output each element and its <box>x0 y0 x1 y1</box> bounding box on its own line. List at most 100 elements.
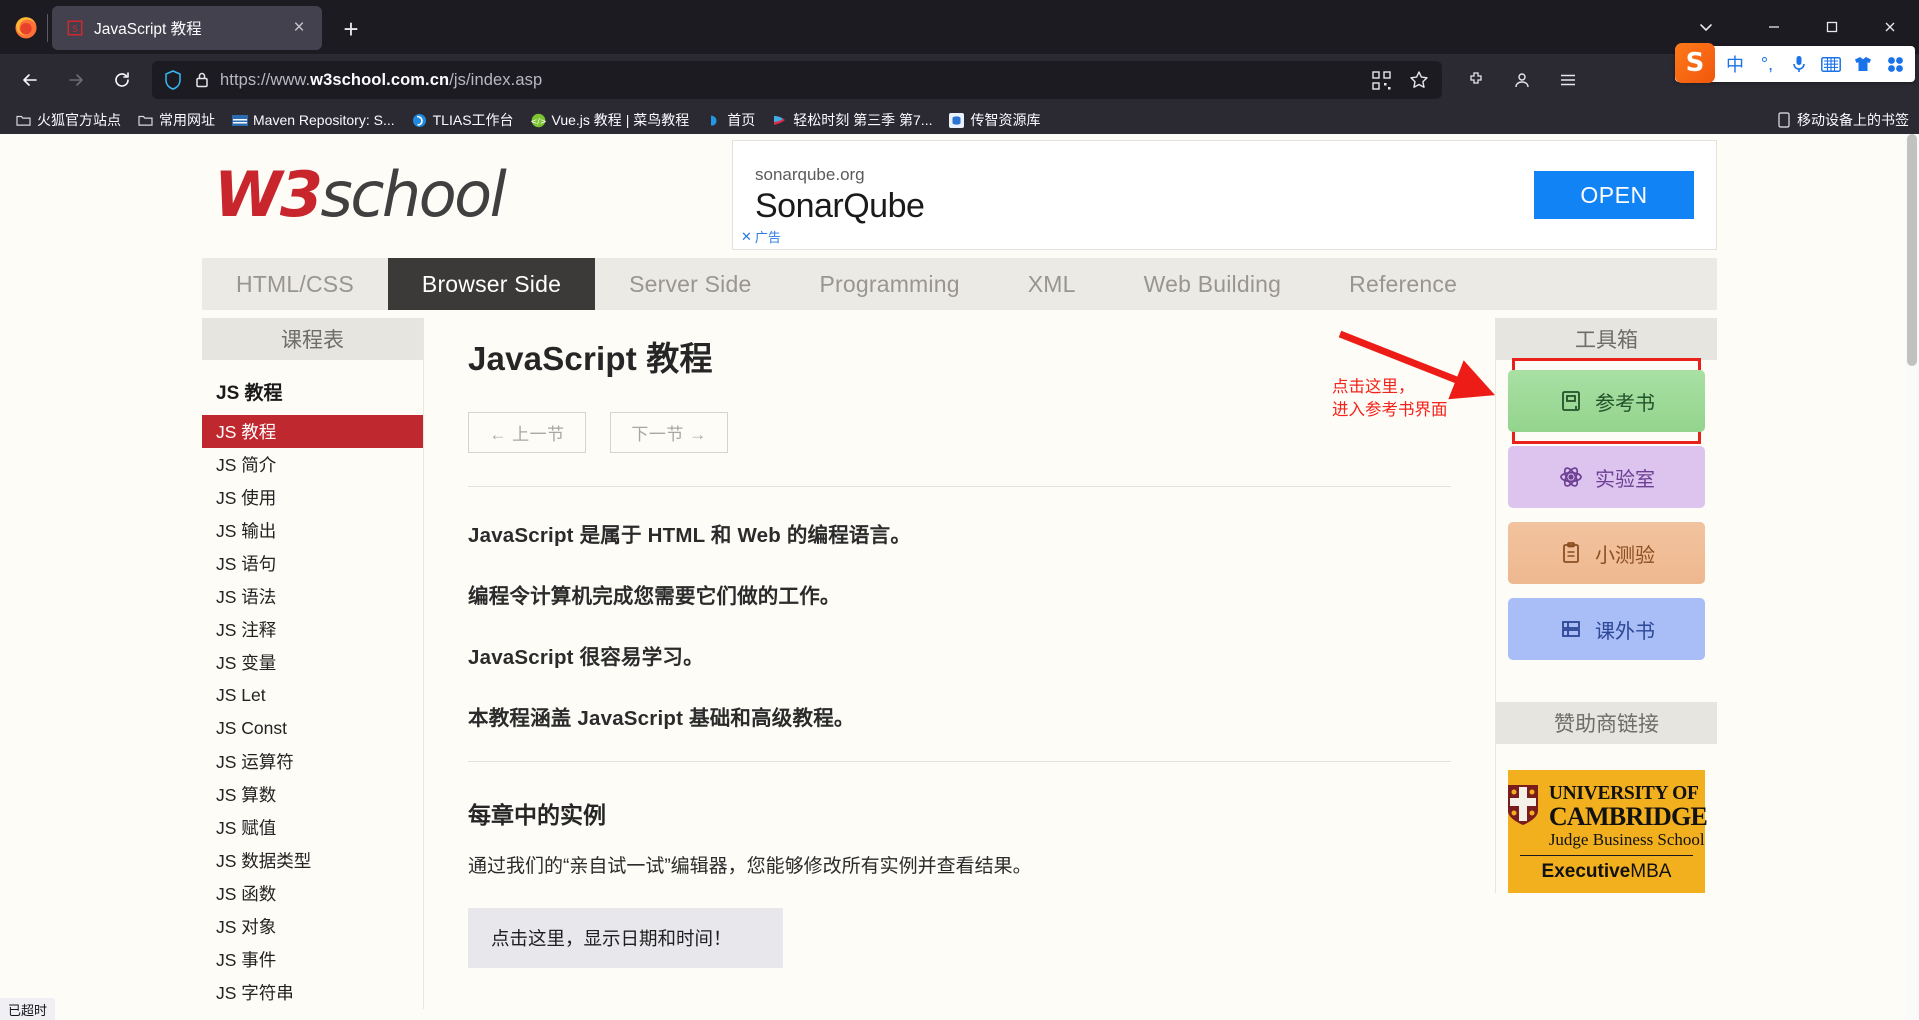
bookmark-item[interactable]: TLIAS工作台 <box>404 108 521 132</box>
app-menu-button[interactable] <box>1546 61 1590 99</box>
extensions-button[interactable] <box>1454 61 1498 99</box>
tab-browser-side[interactable]: Browser Side <box>388 258 595 310</box>
new-tab-button[interactable]: + <box>332 10 370 48</box>
cambridge-line-1: UNIVERSITY OF <box>1549 784 1707 804</box>
tab-web-building[interactable]: Web Building <box>1110 258 1316 310</box>
runoob-icon: </> <box>530 112 547 129</box>
apps-icon[interactable] <box>1879 47 1911 81</box>
sidebar-item-js-syntax[interactable]: JS 语法 <box>202 580 423 613</box>
keyboard-icon[interactable] <box>1815 47 1847 81</box>
cambridge-line-2: CAMBRIDGE <box>1549 804 1707 831</box>
mobile-bookmarks-item[interactable]: 移动设备上的书签 <box>1775 110 1909 130</box>
forward-button[interactable] <box>54 61 98 99</box>
section-title: 每章中的实例 <box>468 796 1451 830</box>
cambridge-ad[interactable]: UNIVERSITY OF CAMBRIDGE Judge Business S… <box>1508 770 1705 893</box>
database-icon <box>948 112 965 129</box>
sponsor-panel-title: 赞助商链接 <box>1496 702 1717 744</box>
bookmark-label: 轻松时刻 第三季 第7... <box>793 110 932 130</box>
bookmark-item[interactable]: 首页 <box>698 108 762 132</box>
bookmark-item[interactable]: 常用网址 <box>130 108 222 132</box>
toolbox-button-label: 课外书 <box>1595 615 1655 644</box>
bookmark-item[interactable]: 传智资源库 <box>941 108 1047 132</box>
ad-open-button[interactable]: OPEN <box>1534 171 1694 219</box>
qr-code-icon[interactable] <box>1364 64 1398 96</box>
maven-icon <box>231 112 248 129</box>
sidebar-item-js-datatypes[interactable]: JS 数据类型 <box>202 844 423 877</box>
sidebar-item-js-const[interactable]: JS Const <box>202 712 423 745</box>
lock-icon[interactable] <box>192 70 212 90</box>
sidebar-item-js-tutorial[interactable]: JS 教程 <box>202 415 423 448</box>
sogou-logo-icon[interactable]: S <box>1675 43 1715 83</box>
browser-window: S JavaScript 教程 × + <box>0 0 1919 1020</box>
toolbox-button-quiz[interactable]: 小测验 <box>1508 522 1705 584</box>
logo-school: school <box>321 158 505 231</box>
cambridge-program-rest: MBA <box>1630 861 1671 882</box>
close-icon[interactable]: × <box>286 15 312 41</box>
sidebar-item-js-comments[interactable]: JS 注释 <box>202 613 423 646</box>
toolbox-button-extra-books[interactable]: 课外书 <box>1508 598 1705 660</box>
sidebar-item-js-output[interactable]: JS 输出 <box>202 514 423 547</box>
cambridge-program-bold: Executive <box>1542 861 1631 882</box>
w3school-logo[interactable]: W3school <box>202 164 732 226</box>
sidebar-item-js-arithmetic[interactable]: JS 算数 <box>202 778 423 811</box>
bookmark-item[interactable]: 轻松时刻 第三季 第7... <box>764 108 939 132</box>
sidebar-item-js-strings[interactable]: JS 字符串 <box>202 976 423 1009</box>
sidebar-menu-title: JS 教程 <box>202 360 423 415</box>
tab-reference[interactable]: Reference <box>1315 258 1491 310</box>
sidebar-item-js-usage[interactable]: JS 使用 <box>202 481 423 514</box>
ime-punctuation-toggle[interactable]: °, <box>1751 47 1783 81</box>
tab-html-css[interactable]: HTML/CSS <box>202 258 388 310</box>
reload-button[interactable] <box>100 61 144 99</box>
sidebar-item-js-events[interactable]: JS 事件 <box>202 943 423 976</box>
bookmark-item[interactable]: Maven Repository: S... <box>224 110 402 131</box>
back-button[interactable] <box>8 61 52 99</box>
cambridge-crest-icon <box>1506 784 1540 826</box>
account-button[interactable] <box>1500 61 1544 99</box>
example-demo-button[interactable]: 点击这里，显示日期和时间！ <box>468 908 783 968</box>
divider <box>468 486 1451 487</box>
cambridge-line-3: Judge Business School <box>1549 831 1707 849</box>
sidebar-item-js-statements[interactable]: JS 语句 <box>202 547 423 580</box>
sogou-ime-toolbar[interactable]: S 中 °, <box>1675 46 1915 82</box>
scrollbar-thumb[interactable] <box>1907 134 1917 366</box>
ad-disclosure[interactable]: ✕ 广告 <box>741 227 781 246</box>
bookmark-label: 火狐官方站点 <box>37 110 121 130</box>
tab-xml[interactable]: XML <box>994 258 1110 310</box>
bookmark-item[interactable]: 火狐官方站点 <box>8 108 128 132</box>
tab-server-side[interactable]: Server Side <box>595 258 785 310</box>
toolbar-extras <box>1454 61 1590 99</box>
toolbox-button-lab[interactable]: 实验室 <box>1508 446 1705 508</box>
sidebar-item-js-objects[interactable]: JS 对象 <box>202 910 423 943</box>
toolbox-button-reference[interactable]: 参考书 <box>1508 370 1705 432</box>
url-text[interactable]: https://www.w3school.com.cn/js/index.asp <box>220 71 1356 90</box>
ad-banner[interactable]: sonarqube.org SonarQube OPEN ✕ 广告 <box>732 140 1717 250</box>
ad-title: SonarQube <box>755 187 1534 226</box>
sidebar-item-js-intro[interactable]: JS 简介 <box>202 448 423 481</box>
sidebar-item-js-functions[interactable]: JS 函数 <box>202 877 423 910</box>
sidebar-item-js-let[interactable]: JS Let <box>202 679 423 712</box>
close-icon[interactable]: ✕ <box>741 229 752 245</box>
youku-icon <box>771 112 788 129</box>
microphone-icon[interactable] <box>1783 47 1815 81</box>
shirt-icon[interactable] <box>1847 47 1879 81</box>
page-scrollbar[interactable] <box>1905 134 1919 1020</box>
ime-mode-chinese[interactable]: 中 <box>1719 47 1751 81</box>
star-icon[interactable] <box>1402 64 1436 96</box>
intro-paragraph-4: 本教程涵盖 JavaScript 基础和高级教程。 <box>468 701 1451 731</box>
site-nav-tabs: HTML/CSS Browser Side Server Side Progra… <box>202 258 1717 310</box>
sidebar-item-js-operators[interactable]: JS 运算符 <box>202 745 423 778</box>
toolbox-buttons: 参考书 实验室 <box>1496 360 1717 688</box>
browser-tab[interactable]: S JavaScript 教程 × <box>52 6 322 50</box>
prev-lesson-button[interactable]: ← 上一节 <box>468 412 586 453</box>
tab-programming[interactable]: Programming <box>785 258 993 310</box>
annotation-line-2: 进入参考书界面 <box>1332 399 1448 421</box>
intro-paragraph-1: JavaScript 是属于 HTML 和 Web 的编程语言。 <box>468 518 1451 548</box>
bookmark-item[interactable]: </> Vue.js 教程 | 菜鸟教程 <box>523 108 697 132</box>
sidebar-item-js-variables[interactable]: JS 变量 <box>202 646 423 679</box>
shield-icon[interactable] <box>162 69 184 91</box>
page-title: JavaScript 教程 <box>468 318 1451 380</box>
next-lesson-button[interactable]: 下一节 → <box>610 412 728 453</box>
sidebar-item-js-assignment[interactable]: JS 赋值 <box>202 811 423 844</box>
url-bar[interactable]: https://www.w3school.com.cn/js/index.asp <box>152 61 1442 99</box>
logo-w3: W3 <box>214 158 321 231</box>
